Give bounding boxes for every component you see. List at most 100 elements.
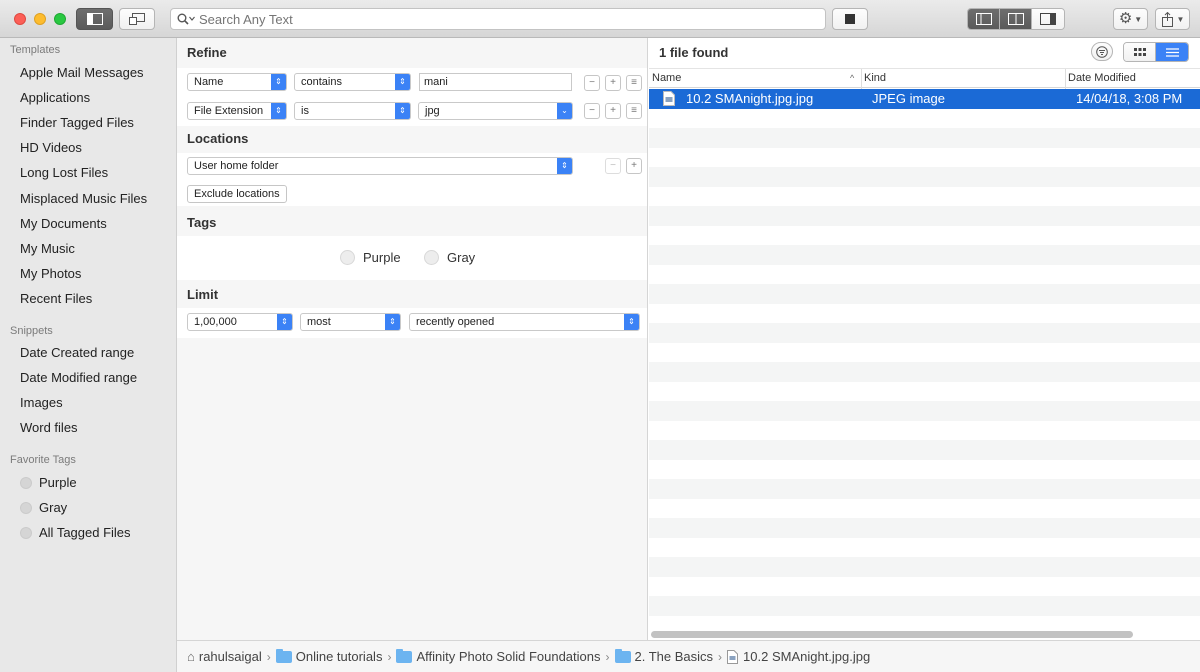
empty-row [649,206,1200,226]
rule1-attribute-popup[interactable]: Name ⇕ [187,73,287,91]
empty-row [649,284,1200,304]
path-item-file[interactable]: 10.2 SMAnight.jpg.jpg [727,649,870,664]
empty-row [649,304,1200,324]
path-separator-icon: › [387,649,392,664]
path-item-folder[interactable]: Online tutorials [275,648,382,664]
empty-row [649,323,1200,343]
rule1-value-field[interactable]: mani [419,73,572,91]
rule1-operator-popup[interactable]: contains ⇕ [294,73,411,91]
empty-row [649,148,1200,168]
popup-label: 1,00,000 [194,316,237,328]
refine-rules: Name ⇕ contains ⇕ mani − + ≡ File Extensio… [177,68,647,126]
stop-search-button[interactable] [832,8,868,30]
location-add-button[interactable]: + [626,158,642,174]
sidebar-item-applications[interactable]: Applications [20,90,90,105]
empty-row [649,518,1200,538]
radio-circle [340,250,355,265]
column-divider[interactable] [861,69,862,89]
location-popup[interactable]: User home folder ⇕ [187,157,573,175]
rule1-add-button[interactable]: + [605,75,621,91]
sidebar-tag-gray[interactable]: Gray [20,500,67,515]
tag-option-label: Gray [447,250,476,265]
minimize-window-button[interactable] [34,13,46,25]
layout-left-pane-button[interactable] [968,9,1000,29]
tags-band: Purple Gray [177,236,647,280]
horizontal-scrollbar[interactable] [651,631,1133,638]
limit-criterion-popup[interactable]: recently opened ⇕ [409,313,640,331]
rule2-remove-button[interactable]: − [584,103,600,119]
column-date-modified[interactable]: Date Modified [1068,72,1136,84]
rule1-remove-button[interactable]: − [584,75,600,91]
toggle-sidebar-button[interactable] [76,8,113,30]
path-item-folder[interactable]: 2. The Basics [614,648,713,664]
sidebar-item-date-created-range[interactable]: Date Created range [20,345,134,360]
path-item-home[interactable]: ⌂ rahulsaigal [187,649,262,664]
sidebar-item-date-modified-range[interactable]: Date Modified range [20,370,137,385]
table-row[interactable]: 10.2 SMAnight.jpg.jpg JPEG image 14/04/1… [649,89,1200,109]
empty-row [649,226,1200,246]
popup-label: recently opened [416,316,495,328]
path-label: 10.2 SMAnight.jpg.jpg [743,649,871,664]
list-view-button[interactable] [1156,43,1188,61]
folder-icon [396,648,413,663]
filter-icon [1096,45,1108,58]
close-window-button[interactable] [14,13,26,25]
popup-arrows-icon: ⇕ [385,314,400,330]
limit-order-popup[interactable]: most ⇕ [300,313,401,331]
rule2-attribute-popup[interactable]: File Extension ⇕ [187,102,287,120]
sidebar-item-hd-videos[interactable]: HD Videos [20,140,82,155]
search-input[interactable] [199,11,799,27]
share-button[interactable]: ▼ [1155,8,1190,30]
sidebar-item-my-photos[interactable]: My Photos [20,266,81,281]
new-window-button[interactable] [119,8,155,30]
sidebar-item-apple-mail-messages[interactable]: Apple Mail Messages [20,65,144,80]
sidebar-item-misplaced-music-files[interactable]: Misplaced Music Files [20,191,147,206]
sidebar-item-recent-files[interactable]: Recent Files [20,291,92,306]
column-divider[interactable] [1065,69,1066,89]
split-pane-icon [1007,13,1024,25]
search-field[interactable] [170,8,826,30]
rule2-value-combo[interactable]: jpg ⌄ [418,102,573,120]
path-label: Affinity Photo Solid Foundations [416,649,601,664]
exclude-locations-button[interactable]: Exclude locations [187,185,287,203]
empty-row [649,596,1200,616]
zoom-window-button[interactable] [54,13,66,25]
layout-right-pane-button[interactable] [1032,9,1064,29]
path-label: rahulsaigal [198,649,262,664]
grid-view-button[interactable] [1124,43,1156,61]
rule2-add-button[interactable]: + [605,103,621,119]
filter-button[interactable] [1091,42,1113,61]
rule2-options-button[interactable]: ≡ [626,103,642,119]
column-name[interactable]: Name [652,72,681,84]
empty-row [649,343,1200,363]
sidebar-item-my-documents[interactable]: My Documents [20,216,107,231]
sidebar-tag-all-tagged-files[interactable]: All Tagged Files [20,525,131,540]
path-separator-icon: › [266,649,271,664]
empty-row [649,421,1200,441]
limit-count-popup[interactable]: 1,00,000 ⇕ [187,313,293,331]
sidebar-item-images[interactable]: Images [20,395,63,410]
sidebar-item-long-lost-files[interactable]: Long Lost Files [20,165,108,180]
sidebar-item-word-files[interactable]: Word files [20,420,78,435]
empty-row [649,167,1200,187]
layout-split-button[interactable] [1000,9,1032,29]
popup-arrows-icon: ⇕ [271,74,286,90]
results-pane: 1 file found Name ^ Kind Date Modified 1… [649,38,1200,640]
sidebar-tag-label: All Tagged Files [39,525,131,540]
tag-option-purple[interactable]: Purple [340,250,401,265]
action-menu-button[interactable]: ⚙ ▼ [1113,8,1148,30]
rule1-options-button[interactable]: ≡ [626,75,642,91]
sidebar-item-finder-tagged-files[interactable]: Finder Tagged Files [20,115,134,130]
column-kind[interactable]: Kind [864,72,886,84]
grid-icon [1133,48,1146,56]
empty-row [649,460,1200,480]
location-remove-button[interactable]: − [605,158,621,174]
sidebar-item-my-music[interactable]: My Music [20,241,75,256]
rule2-operator-popup[interactable]: is ⇕ [294,102,411,120]
popup-label: is [301,105,309,117]
popup-arrows-icon: ⇕ [277,314,292,330]
sidebar-tag-purple[interactable]: Purple [20,475,77,490]
radio-circle [424,250,439,265]
path-item-folder[interactable]: Affinity Photo Solid Foundations [396,648,601,664]
tag-option-gray[interactable]: Gray [424,250,475,265]
